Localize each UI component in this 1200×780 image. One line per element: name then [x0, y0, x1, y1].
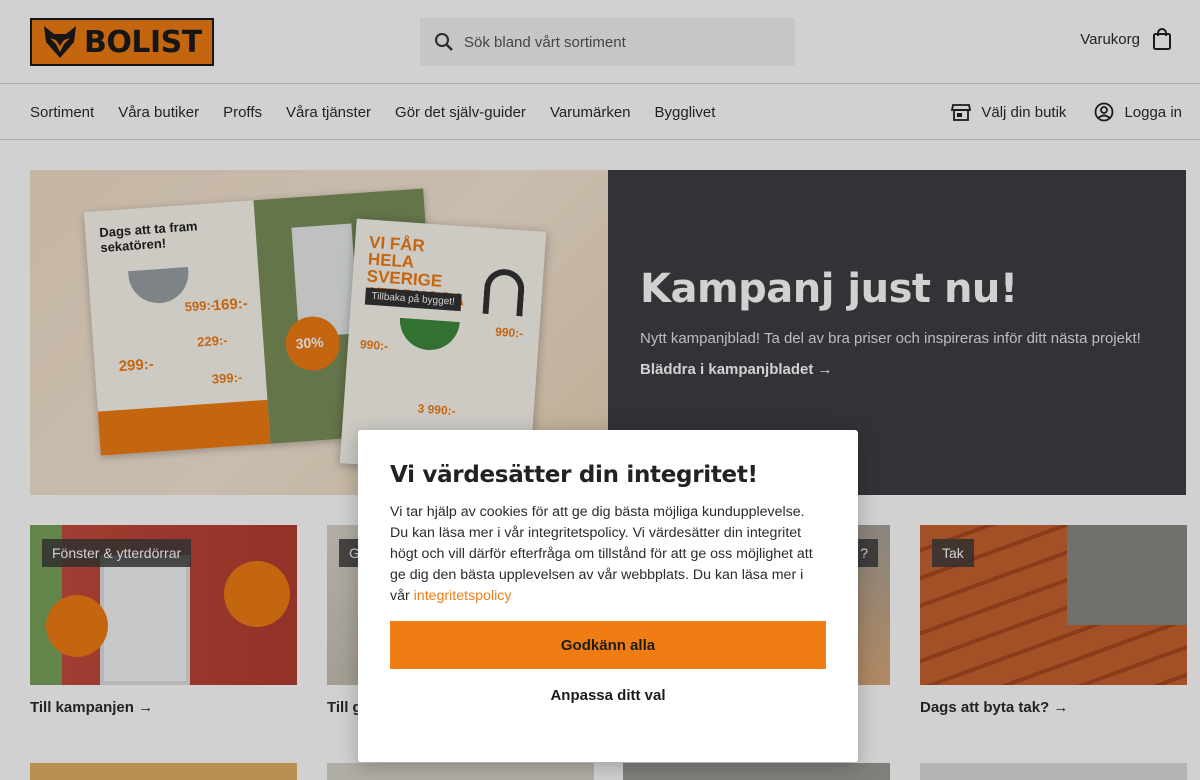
dialog-title: Vi värdesätter din integritet!: [390, 462, 758, 488]
customize-choice-button[interactable]: Anpassa ditt val: [390, 679, 826, 711]
dialog-body: Vi tar hjälp av cookies för att ge dig b…: [390, 502, 826, 607]
cookie-consent-dialog: Vi värdesätter din integritet! Vi tar hj…: [358, 430, 858, 762]
accept-all-button[interactable]: Godkänn alla: [390, 621, 826, 669]
privacy-policy-link[interactable]: integritetspolicy: [414, 588, 512, 604]
